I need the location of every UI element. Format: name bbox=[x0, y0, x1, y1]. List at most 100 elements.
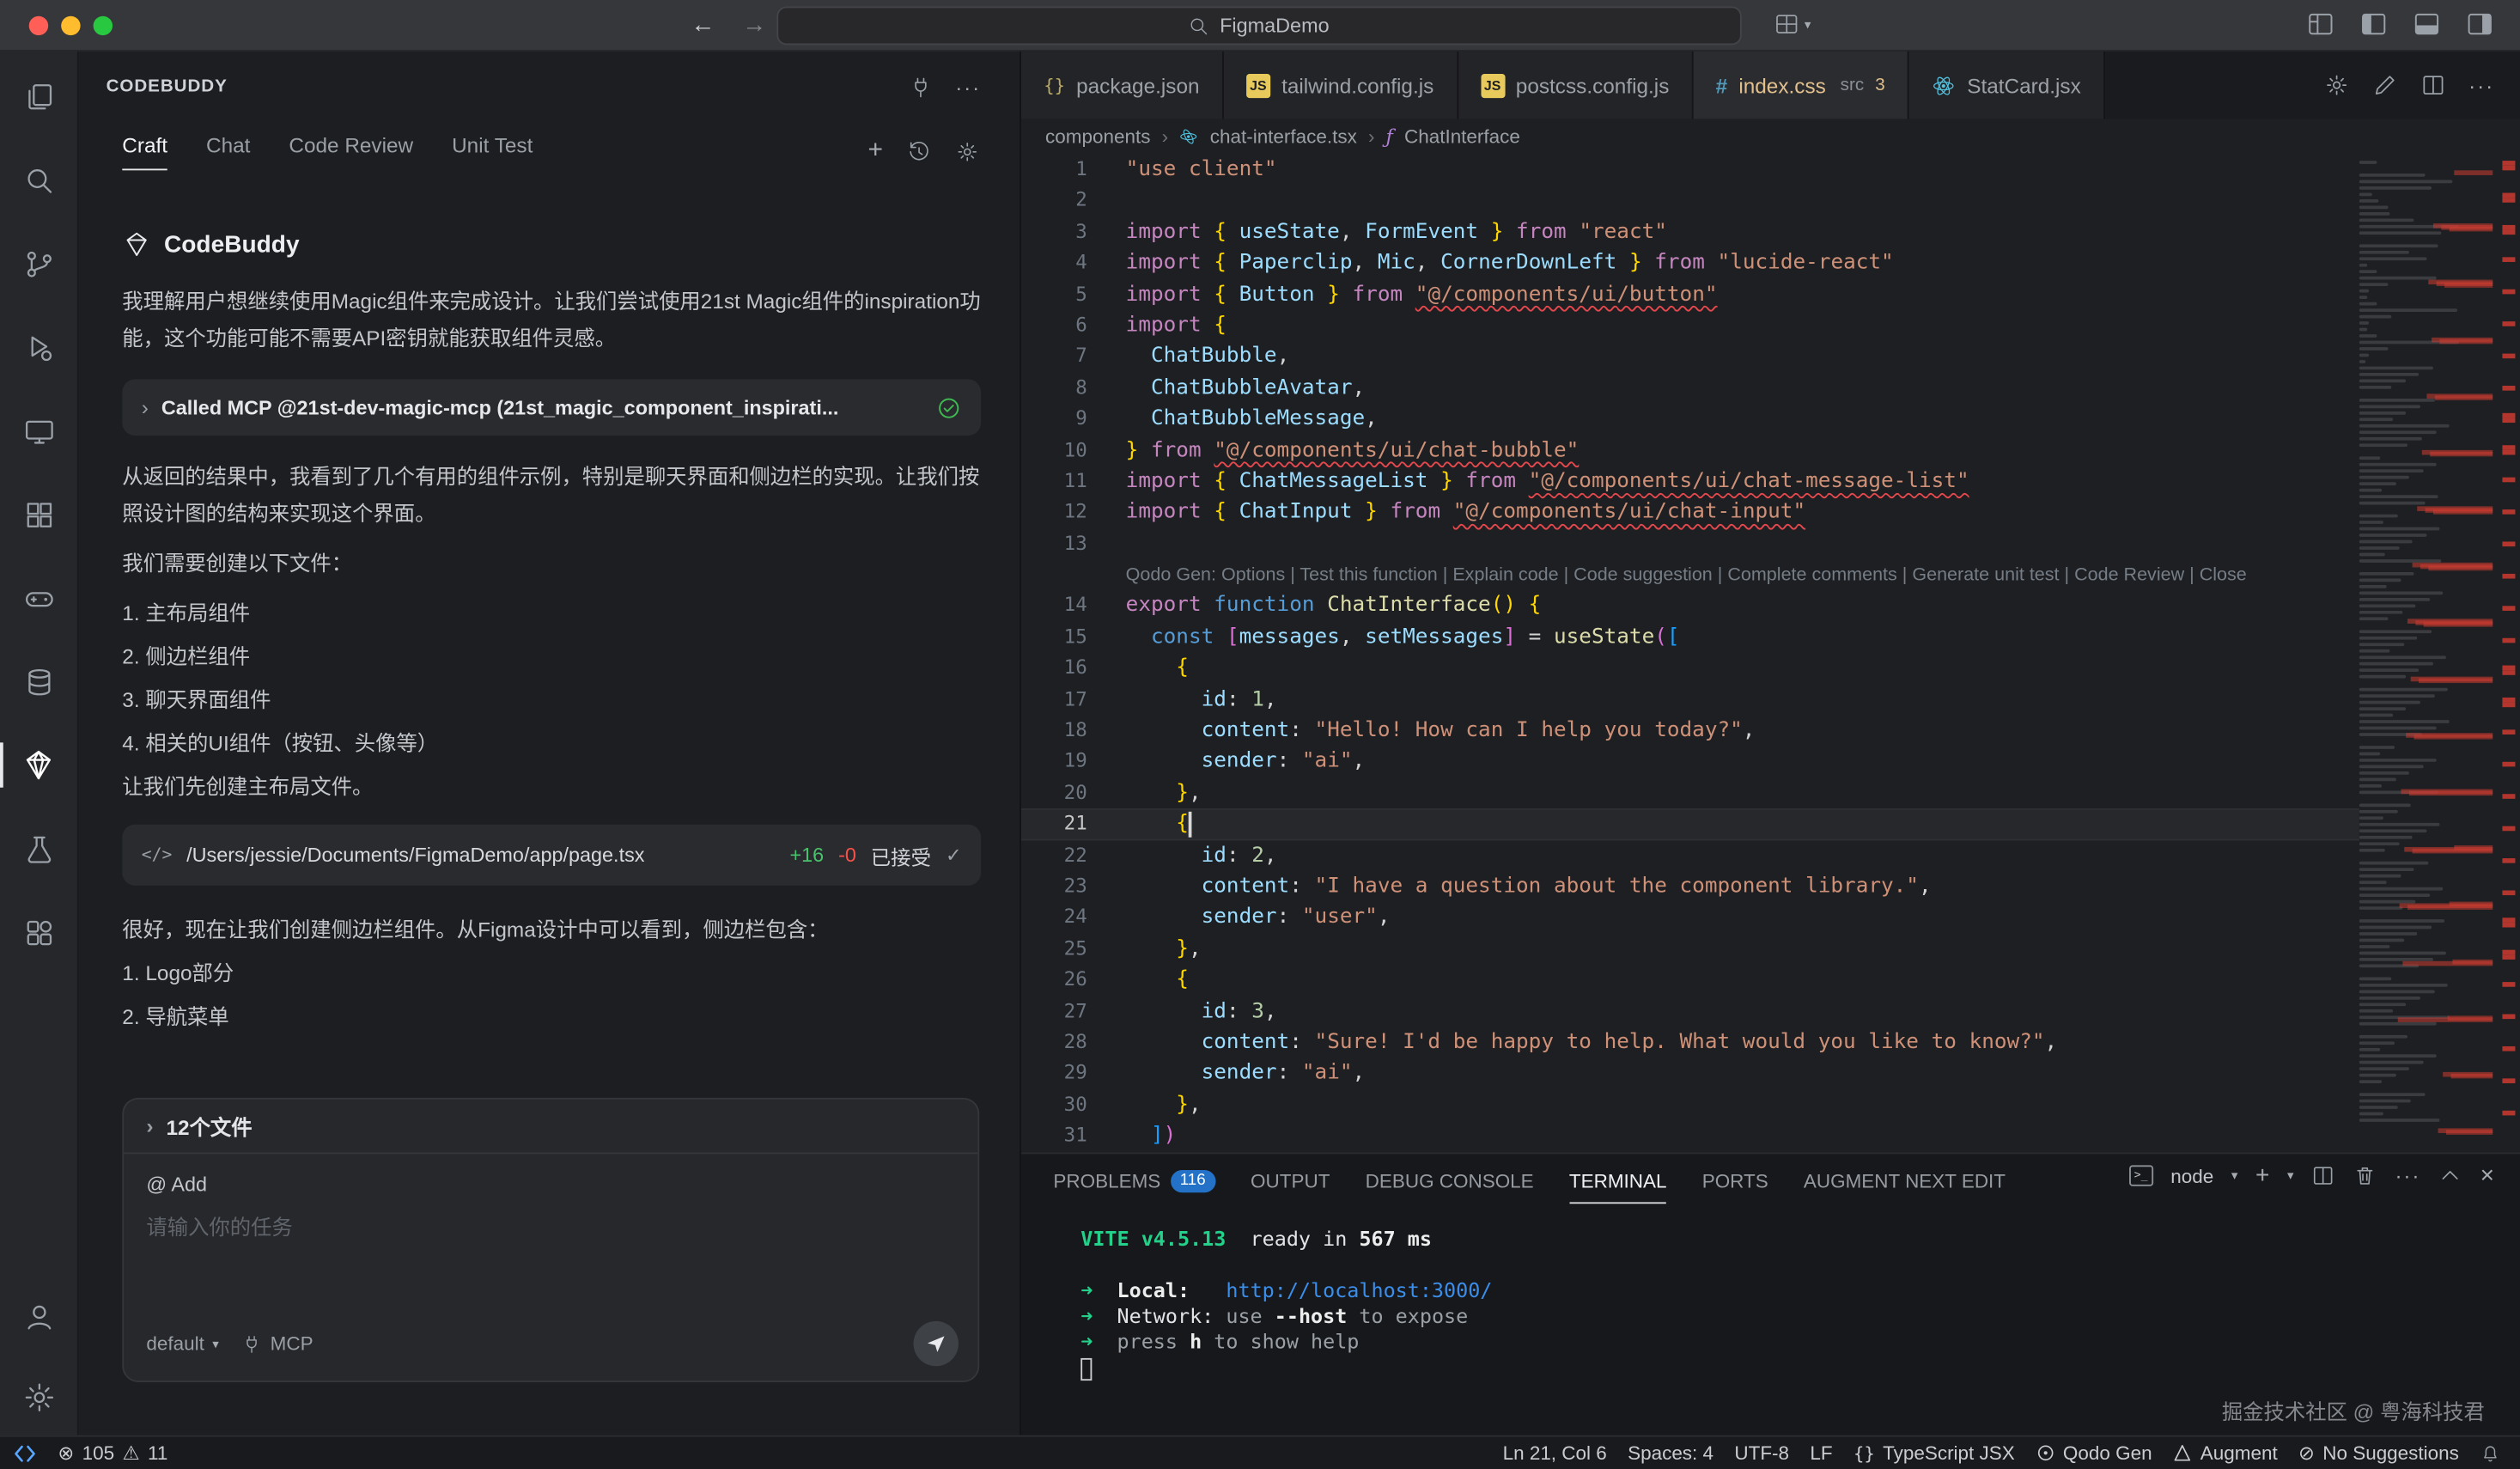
gear-icon[interactable] bbox=[2324, 72, 2350, 98]
mcp-selector[interactable]: MCP bbox=[241, 1332, 313, 1355]
activity-plugin-database[interactable] bbox=[0, 640, 78, 723]
tab-ports[interactable]: PORTS bbox=[1702, 1154, 1768, 1204]
activity-plugin-gamepad[interactable] bbox=[0, 556, 78, 639]
tab-tailwind-config[interactable]: JS tailwind.config.js bbox=[1224, 52, 1458, 119]
code-row[interactable]: 13 bbox=[1021, 528, 2359, 559]
code-row[interactable]: 4import { Paperclip, Mic, CornerDownLeft… bbox=[1021, 247, 2359, 278]
minimize-window-button[interactable] bbox=[61, 16, 80, 35]
code-row[interactable]: 27 id: 3, bbox=[1021, 996, 2359, 1027]
mcp-call-card[interactable]: › Called MCP @21st-dev-magic-mcp (21st_m… bbox=[122, 380, 981, 436]
tab-index-css[interactable]: # index.css src 3 bbox=[1693, 52, 1908, 119]
panel-bottom-icon[interactable] bbox=[2413, 9, 2442, 39]
breadcrumb-item[interactable]: chat-interface.tsx bbox=[1210, 125, 1357, 148]
plug-icon[interactable] bbox=[909, 75, 933, 99]
back-arrow-icon[interactable]: ← bbox=[685, 9, 721, 41]
send-button[interactable] bbox=[914, 1321, 959, 1366]
qodo-gen-status[interactable]: Qodo Gen bbox=[2036, 1442, 2152, 1464]
code-row[interactable]: 26 { bbox=[1021, 965, 2359, 996]
code-row[interactable]: 30 }, bbox=[1021, 1089, 2359, 1120]
language-mode[interactable]: {} TypeScript JSX bbox=[1853, 1442, 2015, 1464]
activity-plugin-blocks[interactable] bbox=[0, 890, 78, 973]
tab-chat[interactable]: Chat bbox=[206, 133, 250, 168]
chevron-up-icon[interactable] bbox=[2438, 1164, 2462, 1188]
code-row[interactable]: 23 content: "I have a question about the… bbox=[1021, 871, 2359, 902]
suggestions-status[interactable]: ⊘ No Suggestions bbox=[2298, 1442, 2459, 1464]
pencil-icon[interactable] bbox=[2372, 72, 2398, 98]
tab-postcss-config[interactable]: JS postcss.config.js bbox=[1458, 52, 1693, 119]
activity-explorer[interactable] bbox=[0, 55, 78, 138]
activity-plugin-flask[interactable] bbox=[0, 807, 78, 890]
activity-extensions[interactable] bbox=[0, 472, 78, 556]
code-row[interactable]: 5import { Button } from "@/components/ui… bbox=[1021, 279, 2359, 310]
code-row[interactable]: 24 sender: "user", bbox=[1021, 902, 2359, 933]
activity-search[interactable] bbox=[0, 138, 78, 222]
history-icon[interactable] bbox=[907, 139, 931, 163]
cursor-position[interactable]: Ln 21, Col 6 bbox=[1503, 1442, 1607, 1464]
code-row[interactable]: 10} from "@/components/ui/chat-bubble" bbox=[1021, 435, 2359, 466]
code-row[interactable]: 6import { bbox=[1021, 310, 2359, 341]
more-actions-icon[interactable]: ··· bbox=[2468, 73, 2494, 97]
tab-terminal[interactable]: TERMINAL bbox=[1569, 1154, 1667, 1204]
close-panel-icon[interactable]: × bbox=[2480, 1162, 2494, 1190]
tab-output[interactable]: OUTPUT bbox=[1251, 1154, 1330, 1204]
tab-statcard-jsx[interactable]: StatCard.jsx bbox=[1909, 52, 2105, 119]
add-context-chip[interactable]: @ Add bbox=[146, 1173, 955, 1196]
code-row[interactable]: 25 }, bbox=[1021, 934, 2359, 965]
overview-ruler[interactable] bbox=[2498, 155, 2520, 1153]
code-row[interactable]: 9 ChatBubbleMessage, bbox=[1021, 404, 2359, 435]
remote-button[interactable] bbox=[13, 1442, 37, 1463]
layout-control-button[interactable]: ▾ bbox=[1774, 11, 1811, 37]
code-row[interactable]: 16 { bbox=[1021, 653, 2359, 684]
breadcrumb-item[interactable]: ChatInterface bbox=[1404, 125, 1520, 148]
activity-run-debug[interactable] bbox=[0, 305, 78, 388]
gear-icon[interactable] bbox=[955, 139, 979, 163]
code-row[interactable]: 18 content: "Hello! How can I help you t… bbox=[1021, 716, 2359, 747]
shell-name[interactable]: node bbox=[2170, 1164, 2213, 1186]
terminal-output[interactable]: VITE v4.5.13 ready in 567 ms➜ Local: htt… bbox=[1080, 1226, 2102, 1381]
eol-sequence[interactable]: LF bbox=[1810, 1442, 1832, 1464]
code-row[interactable]: 19 sender: "ai", bbox=[1021, 747, 2359, 777]
code-row[interactable]: 2 bbox=[1021, 186, 2359, 216]
code-row[interactable]: 28 content: "Sure! I'd be happy to help.… bbox=[1021, 1027, 2359, 1058]
panel-right-icon[interactable] bbox=[2465, 9, 2494, 39]
code-row[interactable]: 7 ChatBubble, bbox=[1021, 341, 2359, 372]
code-row[interactable]: 11import { ChatMessageList } from "@/com… bbox=[1021, 466, 2359, 497]
split-editor-icon[interactable] bbox=[2420, 72, 2446, 98]
code-row[interactable]: 22 id: 2, bbox=[1021, 840, 2359, 871]
tab-problems[interactable]: PROBLEMS 116 bbox=[1053, 1154, 1214, 1204]
panel-left-icon[interactable] bbox=[2359, 9, 2389, 39]
activity-source-control[interactable] bbox=[0, 222, 78, 305]
code-row[interactable]: 20 }, bbox=[1021, 777, 2359, 808]
customize-layout-icon[interactable] bbox=[2306, 9, 2335, 39]
activity-remote-explorer[interactable] bbox=[0, 389, 78, 472]
chevron-down-icon[interactable]: ▾ bbox=[2231, 1168, 2238, 1183]
inline-hint-row[interactable]: Qodo Gen: Options | Test this function |… bbox=[1021, 559, 2359, 590]
indentation[interactable]: Spaces: 4 bbox=[1628, 1442, 1713, 1464]
command-center-search[interactable]: FigmaDemo bbox=[776, 6, 1741, 45]
file-change-card[interactable]: </> /Users/jessie/Documents/FigmaDemo/ap… bbox=[122, 825, 981, 886]
tab-unit-test[interactable]: Unit Test bbox=[452, 133, 533, 168]
new-session-icon[interactable]: + bbox=[867, 137, 882, 166]
code-row[interactable]: 21 { bbox=[1021, 808, 2359, 839]
activity-codebuddy[interactable] bbox=[0, 723, 78, 807]
model-selector[interactable]: default ▾ bbox=[146, 1332, 218, 1355]
augment-status[interactable]: Augment bbox=[2173, 1442, 2278, 1464]
tab-craft[interactable]: Craft bbox=[122, 132, 167, 169]
tab-debug-console[interactable]: DEBUG CONSOLE bbox=[1366, 1154, 1534, 1204]
trash-icon[interactable] bbox=[2353, 1164, 2377, 1188]
chevron-down-icon[interactable]: ▾ bbox=[2287, 1168, 2294, 1183]
forward-arrow-icon[interactable]: → bbox=[737, 9, 772, 41]
settings-button[interactable] bbox=[0, 1358, 78, 1435]
encoding[interactable]: UTF-8 bbox=[1734, 1442, 1789, 1464]
code-editor[interactable]: 1"use client"23import { useState, FormEv… bbox=[1021, 155, 2520, 1153]
more-actions-icon[interactable]: ··· bbox=[955, 75, 981, 99]
code-row[interactable]: 15 const [messages, setMessages] = useSt… bbox=[1021, 622, 2359, 653]
task-input[interactable]: 请输入你的任务 bbox=[146, 1210, 955, 1241]
notifications-button[interactable] bbox=[2480, 1442, 2500, 1463]
code-row[interactable]: 8 ChatBubbleAvatar, bbox=[1021, 373, 2359, 404]
files-toggle[interactable]: › 12个文件 bbox=[124, 1100, 977, 1155]
accounts-button[interactable] bbox=[0, 1281, 78, 1358]
close-window-button[interactable] bbox=[29, 16, 48, 35]
tab-package-json[interactable]: {} package.json bbox=[1021, 52, 1224, 119]
code-row[interactable]: 3import { useState, FormEvent } from "re… bbox=[1021, 216, 2359, 247]
